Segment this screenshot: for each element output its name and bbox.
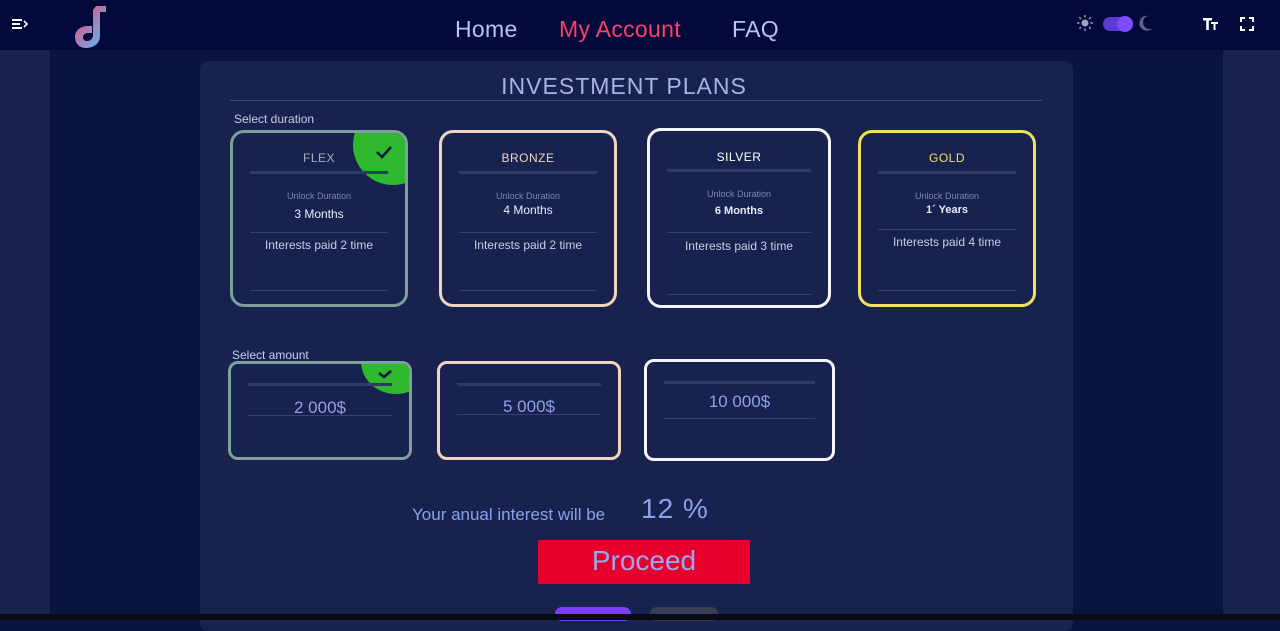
card-divider [457,414,601,415]
amount-value: 10 000$ [708,392,771,411]
moon-icon [1139,15,1153,31]
right-gutter [1223,50,1280,620]
unlock-duration-label: Unlock Duration [706,189,772,199]
nav-my-account-link[interactable]: My Account [559,16,681,43]
bottom-strip [0,614,1280,620]
menu-collapse-icon[interactable] [12,16,28,32]
sun-icon [1077,15,1093,31]
music-note-logo[interactable] [72,2,114,50]
unlock-duration-label: Unlock Duration [914,191,980,201]
plan-bar [250,171,388,174]
plan-name: GOLD [928,151,965,165]
select-duration-label: Select duration [234,112,315,126]
left-gutter [0,50,50,620]
interest-paid-text: Interests paid 2 time [264,238,374,252]
nav-faq-link[interactable]: FAQ [732,16,779,43]
amount-bar [248,383,392,386]
plan-name: BRONZE [501,151,555,165]
plan-bar [459,171,597,174]
card-divider [459,290,597,291]
proceed-button[interactable]: Proceed [538,540,750,584]
card-divider [667,232,811,233]
theme-toggle[interactable] [1103,16,1133,32]
card-divider [878,229,1016,230]
plan-name: FLEX [302,151,335,165]
unlock-duration-label: Unlock Duration [286,191,352,201]
amount-card-10000[interactable]: 10 000$ [644,359,835,461]
card-divider [664,418,815,419]
top-navigation-bar: Home My Account FAQ [0,0,1280,50]
theme-toggle-knob [1117,16,1133,32]
amount-bar [457,383,601,386]
plan-card-silver[interactable]: SILVER Unlock Duration 6 Months Interest… [647,128,831,308]
select-amount-label: Select amount [232,348,309,362]
page-title: INVESTMENT PLANS [501,73,747,99]
amount-bar [664,381,815,384]
plan-card-gold[interactable]: GOLD Unlock Duration 1´ Years Interests … [858,130,1036,307]
annual-interest-text: Your anual interest will be [412,505,606,524]
title-divider [230,100,1042,101]
nav-home-link[interactable]: Home [455,16,518,43]
interest-paid-text: Interests paid 2 time [473,238,583,252]
plan-card-bronze[interactable]: BRONZE Unlock Duration 4 Months Interest… [439,130,617,307]
unlock-duration-value: 3 Months [294,207,344,221]
text-size-icon[interactable] [1203,17,1219,31]
plan-bar [667,169,811,172]
card-divider [250,232,388,233]
plan-card-flex[interactable]: FLEX Unlock Duration 3 Months Interests … [230,130,408,307]
interest-paid-text: Interests paid 3 time [684,239,794,253]
unlock-duration-value: 6 Months [714,205,764,217]
card-divider [459,232,597,233]
amount-card-5000[interactable]: 5 000$ [437,361,621,460]
card-divider [250,290,388,291]
card-divider [878,290,1016,291]
card-divider [248,415,392,416]
annual-interest-value: 12 % [641,493,709,524]
fullscreen-icon[interactable] [1240,17,1254,31]
amount-card-2000[interactable]: 2 000$ [228,361,412,460]
card-divider [667,294,811,295]
interest-paid-text: Interests paid 4 time [892,235,1002,249]
unlock-duration-value: 4 Months [503,203,553,217]
investment-plans-panel: INVESTMENT PLANS Select duration FLEX Un… [200,61,1073,631]
plan-name: SILVER [716,150,762,164]
unlock-duration-label: Unlock Duration [495,191,561,201]
check-icon [378,370,392,379]
unlock-duration-value: 1´ Years [925,204,968,216]
plan-bar [878,171,1016,174]
